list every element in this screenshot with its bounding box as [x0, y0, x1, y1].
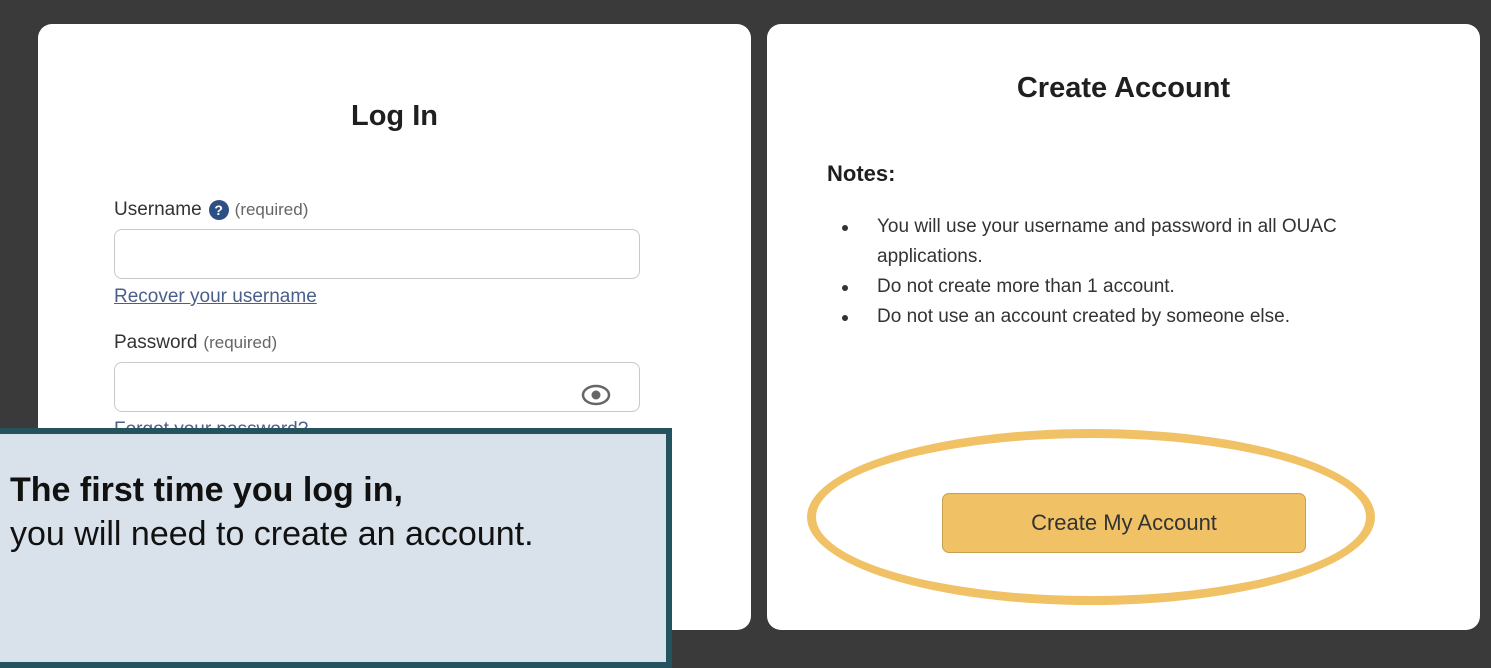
create-account-title: Create Account: [1016, 72, 1231, 104]
notes-list: You will use your username and password …: [839, 212, 1439, 332]
callout-body-text: you will need to create an account.: [10, 515, 534, 553]
help-icon[interactable]: ?: [208, 200, 229, 220]
login-title: Log In: [351, 100, 438, 132]
username-label-text: Username: [114, 199, 202, 220]
note-item: Do not create more than 1 account.: [839, 272, 1439, 302]
password-required-text: (required): [203, 333, 278, 352]
eye-icon[interactable]: [580, 383, 612, 407]
callout-bold-text: The first time you log in,: [10, 471, 403, 509]
password-input[interactable]: [114, 362, 640, 412]
create-my-account-button[interactable]: Create My Account: [942, 493, 1306, 553]
username-required-text: (required): [234, 200, 309, 219]
recover-username-link[interactable]: Recover your username: [114, 286, 317, 308]
note-item: You will use your username and password …: [839, 212, 1439, 272]
notes-title: Notes:: [827, 161, 896, 186]
username-input[interactable]: [114, 229, 640, 279]
callout-text: The first time you log in, you will need…: [10, 468, 534, 556]
username-label: Username ? (required): [114, 199, 308, 221]
note-item: Do not use an account created by someone…: [839, 302, 1439, 332]
password-label: Password (required): [114, 332, 277, 354]
instruction-callout: The first time you log in, you will need…: [0, 428, 672, 668]
password-label-text: Password: [114, 332, 198, 353]
